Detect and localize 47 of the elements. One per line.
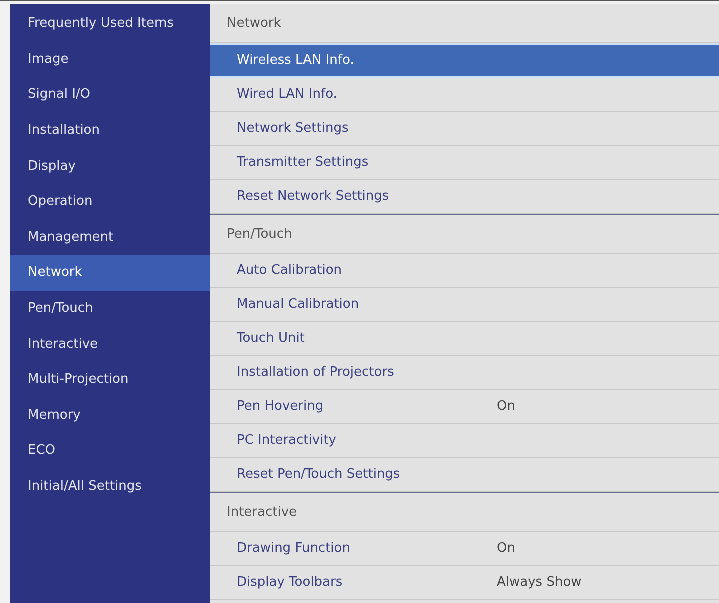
menu-row[interactable]: Network Settings xyxy=(210,112,719,146)
setting-value: Always Show xyxy=(497,575,582,590)
menu-row[interactable]: Reset Pen/Touch Settings xyxy=(210,458,719,492)
sidebar-item[interactable]: Network xyxy=(10,255,210,291)
menu-label: Network Settings xyxy=(237,121,350,136)
sidebar-item[interactable]: Installation xyxy=(10,112,210,148)
menu-label: Display Toolbars xyxy=(237,575,344,590)
sidebar-item[interactable]: Memory xyxy=(10,398,210,434)
menu-label: Wireless LAN Info. xyxy=(237,53,356,68)
menu-label: Wired LAN Info. xyxy=(237,87,338,102)
menu-label: Auto Calibration xyxy=(237,263,344,278)
setting-value: On xyxy=(497,399,516,414)
menu-row[interactable]: Wired LAN Info. xyxy=(210,78,719,112)
menu-label: Touch Unit xyxy=(237,331,306,346)
menu-row[interactable]: Transmitter Settings xyxy=(210,146,719,180)
section-header: Interactive xyxy=(210,492,719,532)
sidebar-item[interactable]: Image xyxy=(10,42,210,78)
setting-value: On xyxy=(497,541,516,556)
menu-row[interactable]: Auto Calibration xyxy=(210,254,719,288)
menu-label: Transmitter Settings xyxy=(237,155,370,170)
sidebar-item[interactable]: Signal I/O xyxy=(10,77,210,113)
menu-label: Reset Network Settings xyxy=(237,189,390,204)
sidebar-item[interactable]: Multi-Projection xyxy=(10,362,210,398)
menu-row[interactable]: Installation of Projectors xyxy=(210,356,719,390)
menu-row[interactable]: Pen Hovering On xyxy=(210,390,719,424)
menu-label: Reset Pen/Touch Settings xyxy=(237,467,402,482)
menu-label: Drawing Function xyxy=(237,541,352,556)
sidebar-item[interactable]: ECO xyxy=(10,433,210,469)
menu-label: PC Interactivity xyxy=(237,433,338,448)
menu-label: Manual Calibration xyxy=(237,297,360,312)
sidebar-item[interactable]: Initial/All Settings xyxy=(10,468,210,504)
menu-label: Installation of Projectors xyxy=(237,365,396,380)
menu-row[interactable]: Reset Network Settings xyxy=(210,180,719,214)
sidebar-item[interactable]: Pen/Touch xyxy=(10,290,210,326)
menu-row[interactable]: Wireless LAN Info. xyxy=(210,43,719,78)
sidebar-item[interactable]: Operation xyxy=(10,184,210,220)
menu-row[interactable]: Drawing Function On xyxy=(210,532,719,566)
menu-row[interactable]: Manual Calibration xyxy=(210,288,719,322)
section-header: Pen/Touch xyxy=(210,214,719,254)
sidebar-item[interactable]: Frequently Used Items xyxy=(10,6,210,42)
sidebar-item[interactable]: Management xyxy=(10,220,210,256)
menu-label: Pen Hovering xyxy=(237,399,325,414)
menu-row[interactable]: Touch Unit xyxy=(210,322,719,356)
menu-row[interactable]: Display Toolbars Always Show xyxy=(210,566,719,600)
sidebar-item[interactable]: Display xyxy=(10,148,210,184)
menu-row[interactable]: PC Interactivity xyxy=(210,424,719,458)
sidebar-item[interactable]: Interactive xyxy=(10,326,210,362)
